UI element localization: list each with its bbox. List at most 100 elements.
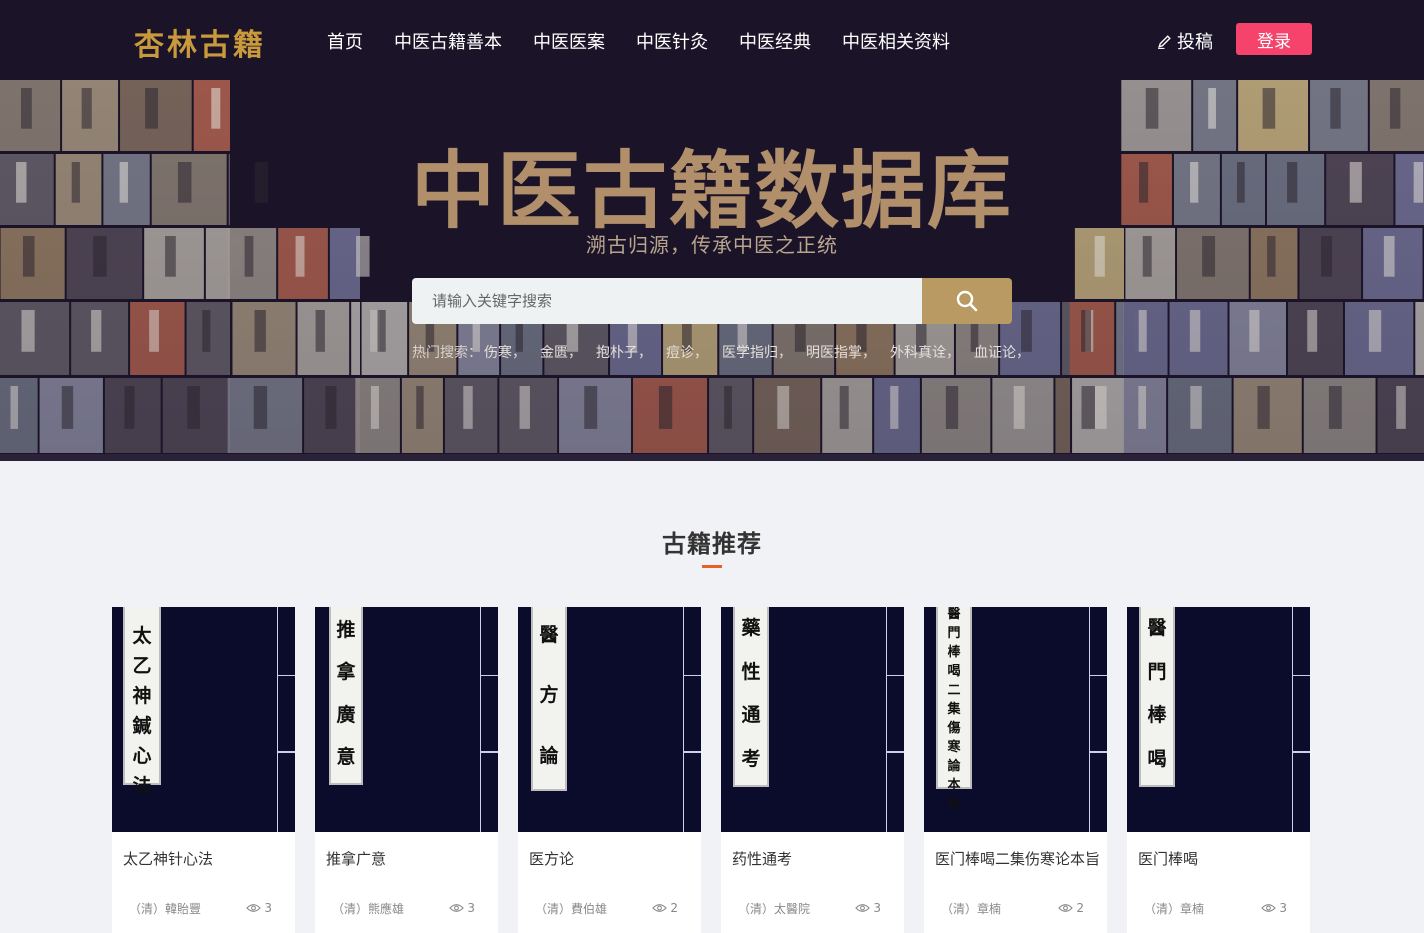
hero-subtitle: 溯古归源，传承中医之正统 <box>586 233 838 257</box>
cover-title-char: 喝 <box>947 664 961 679</box>
search-input[interactable] <box>412 278 922 324</box>
hot-search-tag[interactable]: 痘诊， <box>666 342 708 362</box>
book-author: （清）費伯雄 <box>535 902 608 916</box>
book-title[interactable]: 医方论 <box>529 848 694 869</box>
cover-title-char: 心 <box>132 745 152 767</box>
search-button[interactable] <box>922 278 1012 324</box>
book-author: （清）韓貽豐 <box>129 902 202 916</box>
cover-title-char: 本 <box>947 778 961 793</box>
section-title: 古籍推荐 <box>662 530 762 558</box>
book-card[interactable]: 藥性通考 药性通考 （清）太醫院 3 <box>721 607 904 933</box>
cover-binding <box>683 607 701 832</box>
book-author: （清）章楠 <box>1144 902 1205 916</box>
cover-title-char: 法 <box>132 775 152 797</box>
eye-icon <box>449 904 465 912</box>
nav-item-home[interactable]: 首页 <box>327 28 363 54</box>
hot-search-tag[interactable]: 金匮， <box>540 342 582 362</box>
book-title[interactable]: 太乙神针心法 <box>123 848 288 869</box>
book-card-list: 太乙神鍼心法 太乙神针心法 （清）韓貽豐 3 推拿廣意 推拿广意 （清）熊應雄 … <box>112 607 1310 933</box>
hot-search-tag[interactable]: 抱朴子， <box>596 342 652 362</box>
cover-title-char: 集 <box>947 702 961 717</box>
nav-item-medical-cases[interactable]: 中医医案 <box>533 28 605 54</box>
section-title-underline <box>702 565 722 568</box>
view-count: 3 <box>246 901 272 915</box>
hot-search: 热门搜索： 伤寒， 金匮， 抱朴子， 痘诊， 医学指归， 明医指掌， 外科真诠，… <box>412 342 1044 362</box>
view-count-value: 3 <box>467 901 475 915</box>
book-cover: 醫門棒喝二集傷寒論本旨 <box>924 607 1107 832</box>
cover-title-char: 二 <box>947 683 961 698</box>
cover-title-char: 方 <box>539 684 559 707</box>
cover-title-char: 通 <box>741 704 761 727</box>
cover-title-strip: 醫門棒喝二集傷寒論本旨 <box>936 607 972 812</box>
hot-search-label: 热门搜索： <box>412 345 482 361</box>
login-button[interactable]: 登录 <box>1236 23 1312 55</box>
book-cover: 醫方論 <box>518 607 701 832</box>
cover-title-char: 藥 <box>741 617 761 640</box>
contribute-link[interactable]: 投稿 <box>1156 28 1213 54</box>
nav-item-rare-books[interactable]: 中医古籍善本 <box>394 28 502 54</box>
book-title[interactable]: 医门棒喝二集伤寒论本旨 <box>935 848 1100 869</box>
cover-title-char: 太 <box>132 625 152 647</box>
book-card[interactable]: 太乙神鍼心法 太乙神针心法 （清）韓貽豐 3 <box>112 607 295 933</box>
cover-title-char: 拿 <box>336 661 356 684</box>
book-title[interactable]: 药性通考 <box>732 848 897 869</box>
book-author: （清）熊應雄 <box>332 902 405 916</box>
hot-search-tag[interactable]: 明医指掌， <box>806 342 876 362</box>
search-icon <box>956 290 978 312</box>
nav-item-related-materials[interactable]: 中医相关资料 <box>842 28 950 54</box>
cover-title-strip: 藥性通考 <box>733 607 769 787</box>
site-logo[interactable]: 杏林古籍 <box>134 20 266 64</box>
view-count-value: 2 <box>1076 901 1084 915</box>
view-count: 3 <box>1261 901 1287 915</box>
cover-title-char: 旨 <box>947 797 961 812</box>
book-cover: 藥性通考 <box>721 607 904 832</box>
cover-title-char: 棒 <box>947 645 961 660</box>
book-card[interactable]: 醫門棒喝 医门棒喝 （清）章楠 3 <box>1127 607 1310 933</box>
hot-search-tag[interactable]: 外科真诠， <box>890 342 960 362</box>
hot-search-tag[interactable]: 血证论， <box>974 342 1030 362</box>
book-card[interactable]: 醫門棒喝二集傷寒論本旨 医门棒喝二集伤寒论本旨 （清）章楠 2 <box>924 607 1107 933</box>
cover-title-strip: 推拿廣意 <box>329 607 363 785</box>
cover-title-char: 考 <box>741 747 761 770</box>
hot-search-tag[interactable]: 伤寒， <box>484 342 526 362</box>
book-card[interactable]: 推拿廣意 推拿广意 （清）熊應雄 3 <box>315 607 498 933</box>
cover-title-char: 棒 <box>1147 704 1167 727</box>
contribute-label: 投稿 <box>1177 32 1213 53</box>
nav-item-acupuncture[interactable]: 中医针灸 <box>636 28 708 54</box>
view-count: 3 <box>855 901 881 915</box>
view-count-value: 3 <box>873 901 881 915</box>
cover-title-strip: 醫門棒喝 <box>1139 607 1175 787</box>
cover-title-char: 論 <box>947 759 961 774</box>
cover-binding <box>1292 607 1310 832</box>
top-navigation-bar: 杏林古籍 首页 中医古籍善本 中医医案 中医针灸 中医经典 中医相关资料 投稿 … <box>0 0 1424 78</box>
view-count: 2 <box>652 901 678 915</box>
cover-title-char: 門 <box>1147 660 1167 683</box>
cover-title-char: 醫 <box>947 607 961 622</box>
hero-bottom-strip <box>0 454 1424 461</box>
eye-icon <box>246 904 262 912</box>
cover-title-char: 廣 <box>336 703 356 726</box>
cover-title-strip: 太乙神鍼心法 <box>123 607 161 797</box>
cover-title-char: 醫 <box>539 623 559 646</box>
hero-banner: 中医古籍数据库 溯古归源，传承中医之正统 热门搜索： 伤寒， 金匮， 抱朴子， … <box>0 78 1424 461</box>
book-card[interactable]: 醫方論 医方论 （清）費伯雄 2 <box>518 607 701 933</box>
cover-title-char: 意 <box>336 746 356 769</box>
cover-binding <box>886 607 904 832</box>
eye-icon <box>1058 904 1074 912</box>
eye-icon <box>652 904 668 912</box>
cover-title-char: 傷 <box>947 721 961 736</box>
nav-item-classics[interactable]: 中医经典 <box>739 28 811 54</box>
pencil-icon <box>1158 34 1171 49</box>
cover-title-strip: 醫方論 <box>531 607 567 791</box>
hot-search-tag[interactable]: 医学指归， <box>722 342 792 362</box>
cover-binding <box>480 607 498 832</box>
book-title[interactable]: 医门棒喝 <box>1138 848 1303 869</box>
book-author: （清）太醫院 <box>738 902 811 916</box>
cover-title-char: 推 <box>336 618 356 641</box>
book-title[interactable]: 推拿广意 <box>326 848 491 869</box>
cover-title-char: 論 <box>539 745 559 768</box>
cover-title-char: 性 <box>741 660 761 683</box>
cover-title-char: 喝 <box>1147 747 1167 770</box>
hero-title: 中医古籍数据库 <box>410 142 1013 240</box>
cover-title-char: 鍼 <box>132 715 152 737</box>
